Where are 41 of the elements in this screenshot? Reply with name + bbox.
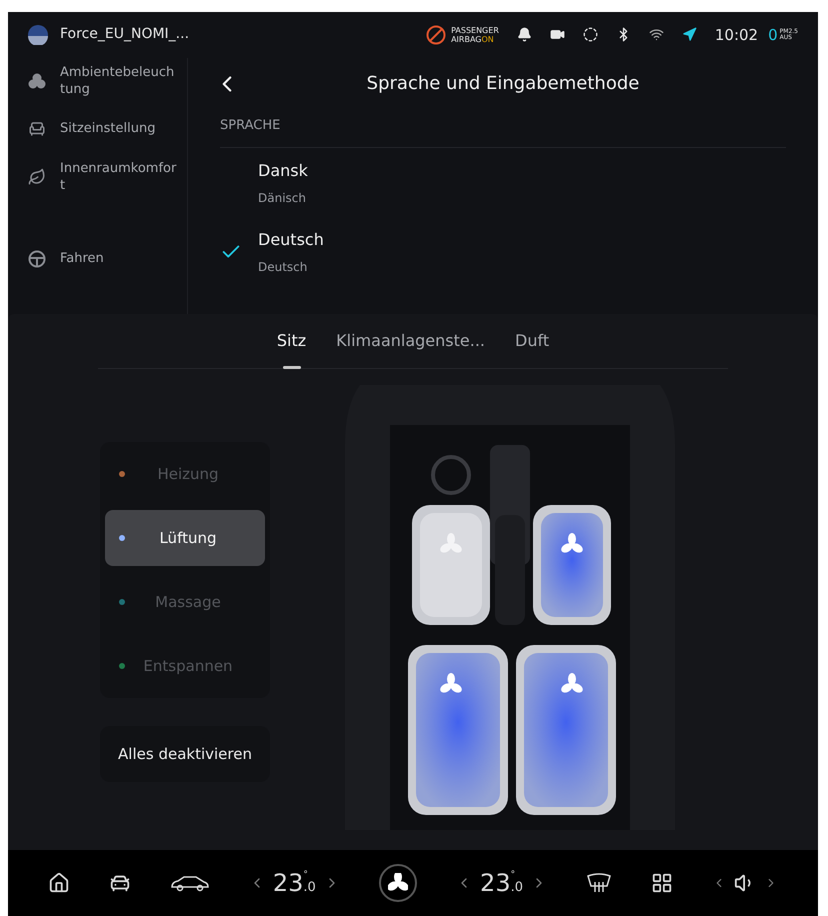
sidebar-item[interactable]: Innenraumkomfort [60, 160, 178, 194]
language-translation: Deutsch [258, 258, 308, 276]
language-name: Deutsch [258, 228, 324, 251]
airbag-off-icon [426, 24, 446, 45]
notification-icon[interactable] [516, 27, 532, 42]
fan-icon [561, 533, 583, 553]
auto-car-button[interactable] [170, 874, 210, 892]
airbag-status: AIRBAGON [451, 34, 495, 44]
sidebar-item[interactable]: Ambientebeleuchtung [60, 64, 178, 98]
air-quality-value: 0 [768, 24, 778, 46]
apps-button[interactable] [651, 872, 674, 894]
sidebar-item[interactable]: Fahren [60, 250, 178, 268]
defrost-button[interactable] [586, 872, 612, 894]
tab[interactable]: Klimaanlagenste... [336, 313, 485, 368]
fan-button[interactable] [378, 864, 417, 902]
fan-icon [440, 673, 462, 693]
steering-wheel-icon [28, 250, 46, 268]
deactivate-all-button[interactable]: Alles deaktivieren [100, 726, 270, 782]
language-name: Dansk [258, 160, 308, 182]
page-title: Sprache und Eingabemethode [366, 72, 640, 96]
home-button[interactable] [48, 872, 70, 894]
tab[interactable]: Sitz [276, 313, 306, 368]
language-option[interactable]: Deutsch Deutsch [220, 217, 786, 286]
location-icon [682, 27, 697, 42]
seat-icon [28, 120, 46, 138]
airbag-label: PASSENGER [451, 26, 499, 35]
mode-option[interactable]: Lüftung [105, 510, 265, 566]
tab[interactable]: Duft [515, 313, 550, 368]
language-translation: Dänisch [258, 190, 307, 207]
sidebar-item[interactable]: Sitzeinstellung [60, 120, 178, 138]
clock: 10:02 [714, 24, 758, 46]
circles-icon [28, 72, 46, 89]
wifi-icon [648, 27, 664, 42]
fan-icon [388, 873, 408, 891]
fan-icon [561, 673, 583, 693]
profile-name: Force_EU_NOMI_... [60, 25, 190, 44]
language-option[interactable]: Dansk Dänisch [220, 148, 786, 218]
fan-icon [440, 533, 462, 553]
leaf-icon [28, 168, 46, 186]
profile-avatar[interactable] [28, 24, 48, 45]
section-header: SPRACHE [220, 110, 786, 148]
